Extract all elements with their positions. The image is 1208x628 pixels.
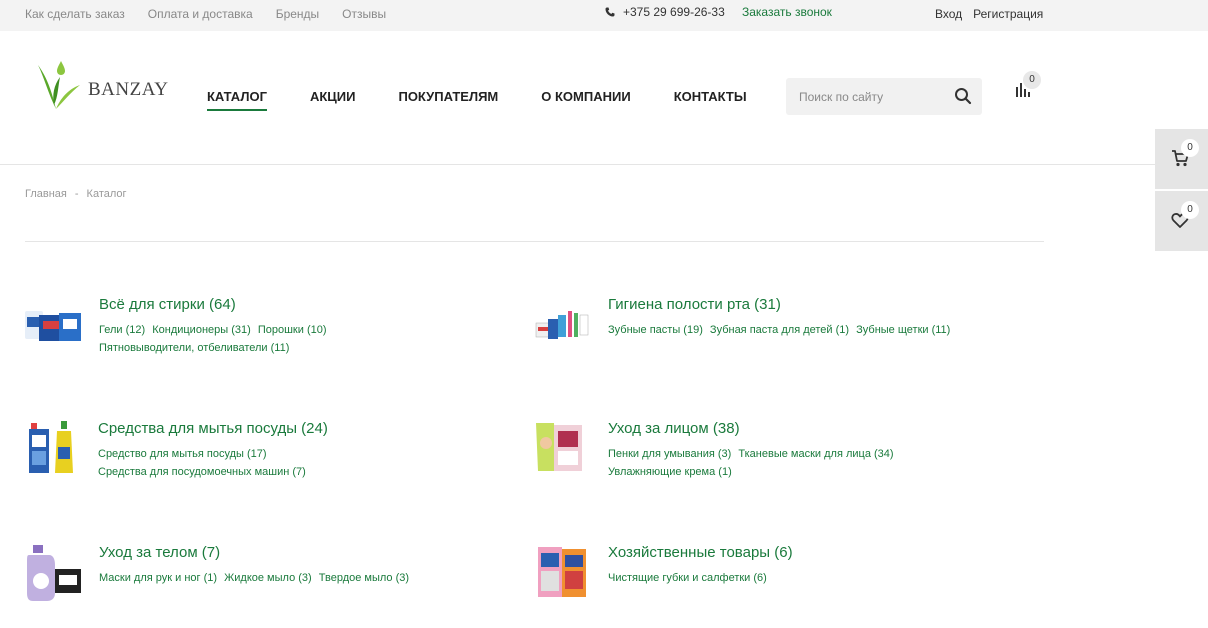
category-subcategories: Гели (12) Кондиционеры (31) Порошки (10)… <box>99 321 331 357</box>
breadcrumb: Главная - Каталог <box>25 188 127 200</box>
divider <box>25 241 1044 242</box>
compare-count-badge: 0 <box>1023 71 1041 89</box>
subcategory-link[interactable]: Гели (12) <box>99 324 145 336</box>
logo-text: BANZAY <box>88 79 169 100</box>
subcategory-link[interactable]: Пенки для умывания (3) <box>608 448 731 460</box>
subcategory-row: Гели (12) Кондиционеры (31) Порошки (10) <box>99 321 331 339</box>
subcategory-row: Средство для мытья посуды (17) <box>98 445 310 463</box>
nav-promotions[interactable]: АКЦИИ <box>310 89 356 111</box>
subcategory-link[interactable]: Пятновыводители, отбеливатели (11) <box>99 342 289 354</box>
category-title[interactable]: Уход за телом (7) <box>99 544 220 561</box>
leaf-logo-icon <box>38 61 80 109</box>
side-cart-button[interactable]: 0 <box>1155 129 1208 189</box>
category-subcategories: Чистящие губки и салфетки (6) <box>608 569 771 587</box>
category-title[interactable]: Уход за лицом (38) <box>608 420 740 437</box>
side-wishlist-button[interactable]: 0 <box>1155 191 1208 251</box>
auth-links: Вход Регистрация <box>935 7 1043 21</box>
category-subcategories: Средство для мытья посуды (17) Средства … <box>98 445 310 481</box>
breadcrumb-current: Каталог <box>86 188 127 200</box>
category-title[interactable]: Всё для стирки (64) <box>99 296 236 313</box>
breadcrumb-home[interactable]: Главная <box>25 188 67 200</box>
subcategory-link[interactable]: Порошки (10) <box>258 324 327 336</box>
subcategory-link[interactable]: Маски для рук и ног (1) <box>99 572 217 584</box>
subcategory-link[interactable]: Тканевые маски для лица (34) <box>738 448 893 460</box>
link-brands[interactable]: Бренды <box>276 7 319 21</box>
subcategory-link[interactable]: Зубные пасты (19) <box>608 324 703 336</box>
category-title[interactable]: Средства для мытья посуды (24) <box>98 420 328 437</box>
wishlist-count-badge: 0 <box>1181 201 1199 219</box>
logo[interactable]: BANZAY <box>34 59 168 111</box>
subcategory-row: Средства для посудомоечных машин (7) <box>98 463 310 481</box>
subcategory-row: Маски для рук и ног (1) Жидкое мыло (3) … <box>99 569 413 587</box>
category-subcategories: Маски для рук и ног (1) Жидкое мыло (3) … <box>99 569 413 587</box>
link-how-to-order[interactable]: Как сделать заказ <box>25 7 125 21</box>
subcategory-link[interactable]: Жидкое мыло (3) <box>224 572 312 584</box>
search-input[interactable] <box>786 78 946 115</box>
subcategory-row: Зубные пасты (19) Зубная паста для детей… <box>608 321 954 339</box>
phone-number[interactable]: +375 29 699-26-33 <box>605 5 725 19</box>
category-subcategories: Зубные пасты (19) Зубная паста для детей… <box>608 321 954 339</box>
top-bar: Как сделать заказ Оплата и доставка Брен… <box>0 0 1208 31</box>
subcategory-row: Пенки для умывания (3) Тканевые маски дл… <box>608 445 898 463</box>
dishwashing-product-image[interactable] <box>25 421 83 479</box>
main-nav: КАТАЛОГ АКЦИИ ПОКУПАТЕЛЯМ О КОМПАНИИ КОН… <box>207 89 790 111</box>
face-care-product-image[interactable] <box>534 421 592 479</box>
category-subcategories: Пенки для умывания (3) Тканевые маски дл… <box>608 445 898 481</box>
login-link[interactable]: Вход <box>935 7 962 21</box>
category-title[interactable]: Гигиена полости рта (31) <box>608 296 781 313</box>
subcategory-link[interactable]: Зубная паста для детей (1) <box>710 324 849 336</box>
cart-count-badge: 0 <box>1181 139 1199 157</box>
laundry-product-image[interactable] <box>25 297 83 355</box>
callback-link[interactable]: Заказать звонок <box>742 5 832 19</box>
nav-catalog[interactable]: КАТАЛОГ <box>207 89 267 111</box>
nav-customers[interactable]: ПОКУПАТЕЛЯМ <box>398 89 498 111</box>
body-care-product-image[interactable] <box>25 545 83 603</box>
nav-contacts[interactable]: КОНТАКТЫ <box>674 89 747 111</box>
breadcrumb-separator: - <box>74 188 79 200</box>
subcategory-link[interactable]: Увлажняющие крема (1) <box>608 466 732 478</box>
search-box <box>786 78 982 115</box>
subcategory-link[interactable]: Средства для посудомоечных машин (7) <box>98 466 306 478</box>
subcategory-link[interactable]: Средство для мытья посуды (17) <box>98 448 267 460</box>
phone-icon <box>605 7 615 17</box>
subcategory-row: Чистящие губки и салфетки (6) <box>608 569 771 587</box>
search-icon[interactable] <box>954 87 972 105</box>
oral-hygiene-product-image[interactable] <box>534 297 592 355</box>
nav-about[interactable]: О КОМПАНИИ <box>541 89 630 111</box>
subcategory-row: Пятновыводители, отбеливатели (11) <box>99 339 331 357</box>
subcategory-row: Увлажняющие крема (1) <box>608 463 898 481</box>
subcategory-link[interactable]: Чистящие губки и салфетки (6) <box>608 572 767 584</box>
subcategory-link[interactable]: Твердое мыло (3) <box>319 572 409 584</box>
link-payment-delivery[interactable]: Оплата и доставка <box>148 7 253 21</box>
household-product-image[interactable] <box>534 545 592 603</box>
category-title[interactable]: Хозяйственные товары (6) <box>608 544 793 561</box>
header: BANZAY КАТАЛОГ АКЦИИ ПОКУПАТЕЛЯМ О КОМПА… <box>0 31 1208 165</box>
subcategory-link[interactable]: Кондиционеры (31) <box>152 324 251 336</box>
phone-text: +375 29 699-26-33 <box>623 5 725 19</box>
link-reviews[interactable]: Отзывы <box>342 7 386 21</box>
top-links: Как сделать заказ Оплата и доставка Брен… <box>25 7 409 21</box>
subcategory-link[interactable]: Зубные щетки (11) <box>856 324 950 336</box>
register-link[interactable]: Регистрация <box>973 7 1043 21</box>
